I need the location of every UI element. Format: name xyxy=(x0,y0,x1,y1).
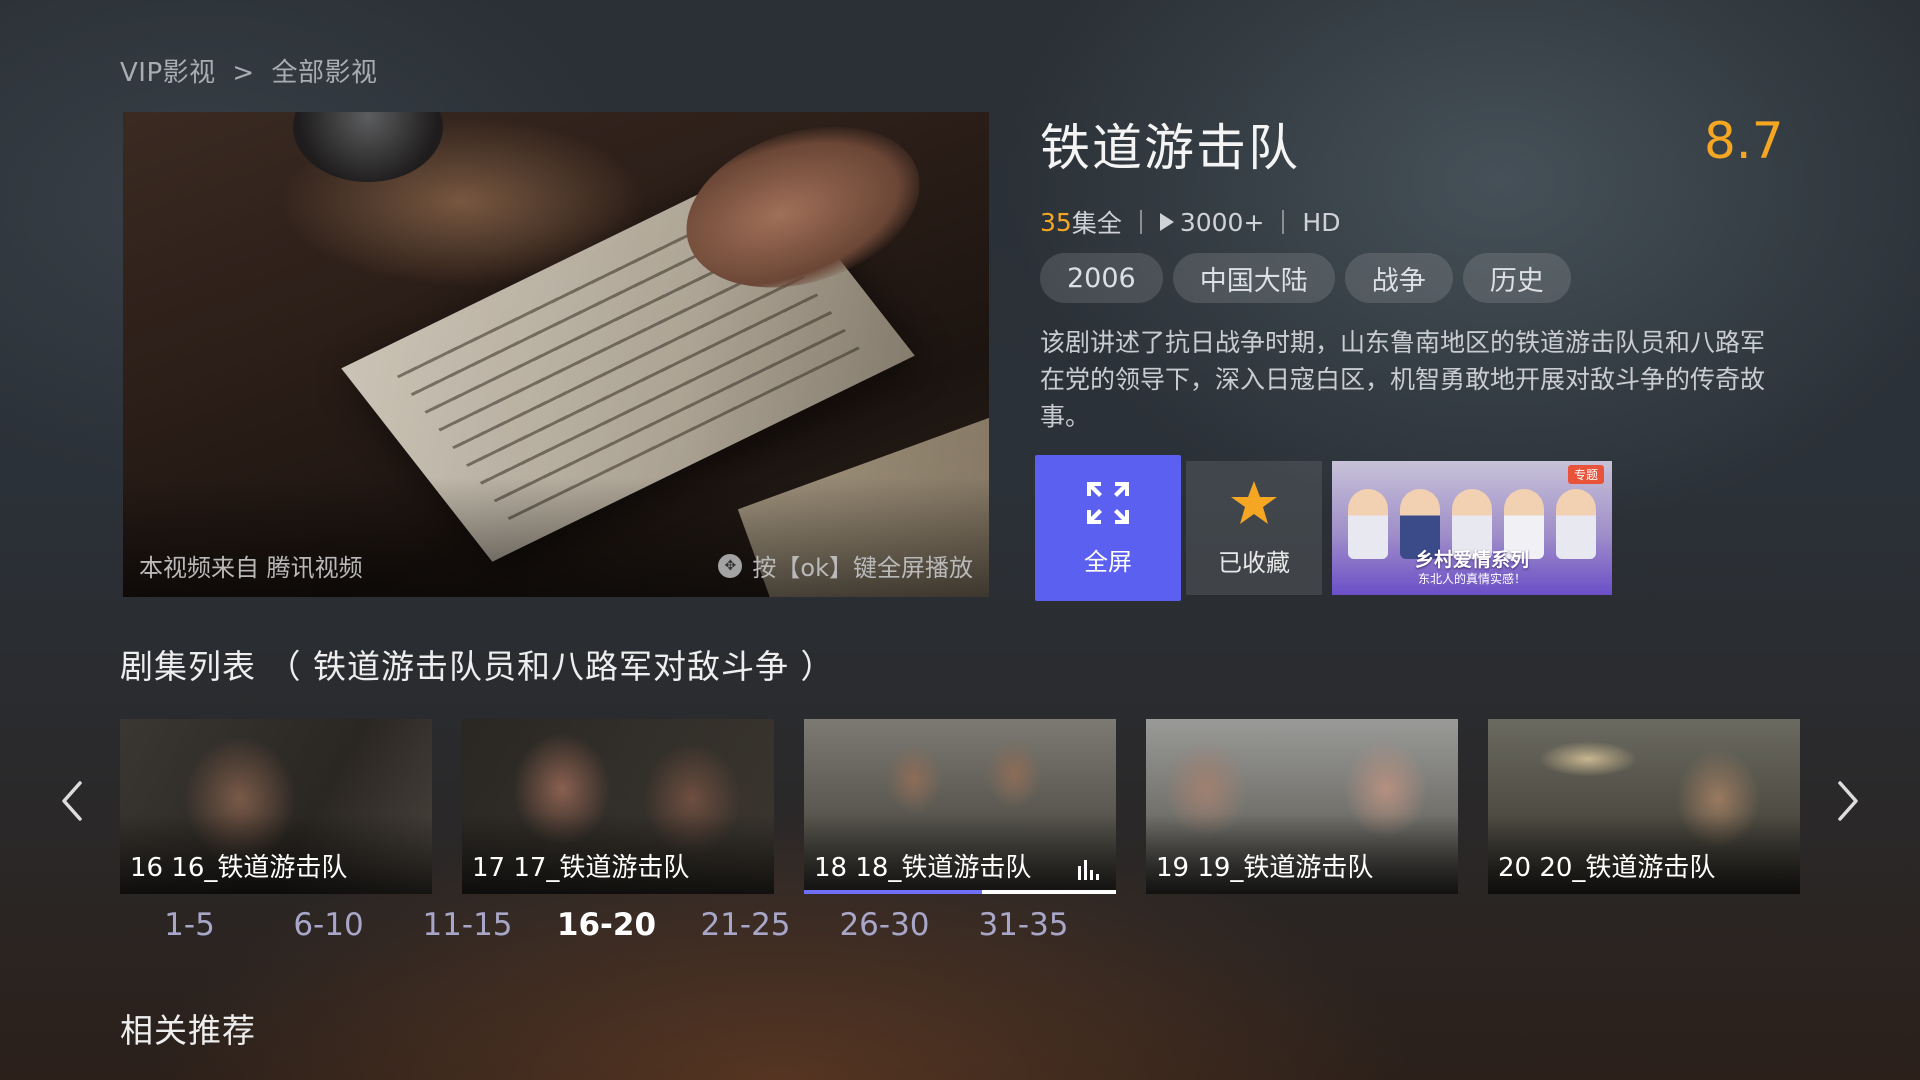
breadcrumb-current: 全部影视 xyxy=(271,58,378,88)
favorite-button[interactable]: 已收藏 xyxy=(1186,461,1322,595)
episode-card-16[interactable]: 16 16_铁道游击队 xyxy=(120,719,432,894)
expand-arrows-icon xyxy=(1087,481,1129,524)
episodes-prev-button[interactable] xyxy=(52,776,92,826)
episode-progress-bar xyxy=(804,890,1116,894)
play-count-icon xyxy=(1159,213,1174,231)
tag-genre-war[interactable]: 战争 xyxy=(1344,253,1453,303)
breadcrumb: VIP影视 > 全部影视 xyxy=(120,52,377,89)
range-tab[interactable]: 1-5 xyxy=(120,907,259,943)
episode-label: 19 19_铁道游击队 xyxy=(1156,853,1374,883)
range-tab[interactable]: 31-35 xyxy=(954,907,1093,943)
range-tab[interactable]: 21-25 xyxy=(676,907,815,943)
ok-remote-icon: ✥ xyxy=(718,553,743,578)
favorite-button-label: 已收藏 xyxy=(1218,548,1290,577)
promo-subtitle: 东北人的真情实感！ xyxy=(1417,572,1526,586)
video-quality: HD xyxy=(1302,207,1341,237)
meta-divider xyxy=(1139,210,1142,234)
episode-progress-fill xyxy=(804,890,982,894)
episode-card-20[interactable]: 20 20_铁道游击队 xyxy=(1488,719,1800,894)
fullscreen-hint-text: 按【ok】键全屏播放 xyxy=(752,554,973,582)
fullscreen-button-label: 全屏 xyxy=(1084,547,1132,576)
range-tab[interactable]: 6-10 xyxy=(259,907,398,943)
episode-label: 17 17_铁道游击队 xyxy=(472,853,690,883)
episodes-next-button[interactable] xyxy=(1828,776,1868,826)
episode-list-title: 剧集列表 （ 铁道游击队员和八路军对敌斗争 ） xyxy=(120,647,835,686)
fullscreen-hint: ✥ 按【ok】键全屏播放 xyxy=(718,548,973,583)
show-score: 8.7 xyxy=(1704,112,1784,170)
tag-region[interactable]: 中国大陆 xyxy=(1172,253,1335,303)
promo-badge: 专题 xyxy=(1567,465,1604,484)
episode-label: 20 20_铁道游击队 xyxy=(1498,853,1716,883)
episode-count: 35 xyxy=(1040,207,1072,237)
episode-card-19[interactable]: 19 19_铁道游击队 xyxy=(1146,719,1458,894)
episode-card-17[interactable]: 17 17_铁道游击队 xyxy=(462,719,774,894)
promo-title: 乡村爱情系列 xyxy=(1414,549,1529,571)
episode-range-tabs: 1-5 6-10 11-15 16-20 21-25 26-30 31-35 xyxy=(120,907,1093,943)
tag-year[interactable]: 2006 xyxy=(1040,253,1163,303)
chevron-left-icon xyxy=(62,781,82,821)
show-title: 铁道游击队 xyxy=(1040,119,1300,177)
breadcrumb-parent[interactable]: VIP影视 xyxy=(120,58,216,88)
promo-banner[interactable]: 专题 乡村爱情系列 东北人的真情实感！ xyxy=(1332,461,1612,595)
breadcrumb-separator: > xyxy=(232,58,255,88)
tag-list: 2006 中国大陆 战争 历史 xyxy=(1040,253,1571,303)
related-title: 相关推荐 xyxy=(120,1011,256,1050)
show-meta: 35 集全 3000+ HD xyxy=(1040,204,1340,240)
episode-label: 18 18_铁道游击队 xyxy=(814,853,1032,883)
equalizer-icon xyxy=(1078,860,1099,880)
tag-genre-history[interactable]: 历史 xyxy=(1462,253,1571,303)
episode-list: 16 16_铁道游击队 17 17_铁道游击队 18 18_铁道游击队 19 1… xyxy=(120,719,1800,894)
show-description: 该剧讲述了抗日战争时期，山东鲁南地区的铁道游击队员和八路军在党的领导下，深入日寇… xyxy=(1040,328,1766,431)
video-preview[interactable]: 本视频来自 腾讯视频 ✥ 按【ok】键全屏播放 xyxy=(123,112,989,597)
meta-divider xyxy=(1282,210,1285,234)
play-count: 3000+ xyxy=(1179,207,1265,237)
episode-label: 16 16_铁道游击队 xyxy=(130,853,348,883)
range-tab-active[interactable]: 16-20 xyxy=(537,907,676,943)
video-frame-bowl xyxy=(293,112,443,182)
fullscreen-button[interactable]: 全屏 xyxy=(1035,455,1181,601)
episode-count-suffix: 集全 xyxy=(1071,209,1122,238)
range-tab[interactable]: 11-15 xyxy=(398,907,537,943)
chevron-right-icon xyxy=(1838,781,1858,821)
range-tab[interactable]: 26-30 xyxy=(815,907,954,943)
video-source-text: 本视频来自 腾讯视频 xyxy=(139,554,363,582)
star-icon xyxy=(1231,480,1277,524)
episode-card-18[interactable]: 18 18_铁道游击队 xyxy=(804,719,1116,894)
